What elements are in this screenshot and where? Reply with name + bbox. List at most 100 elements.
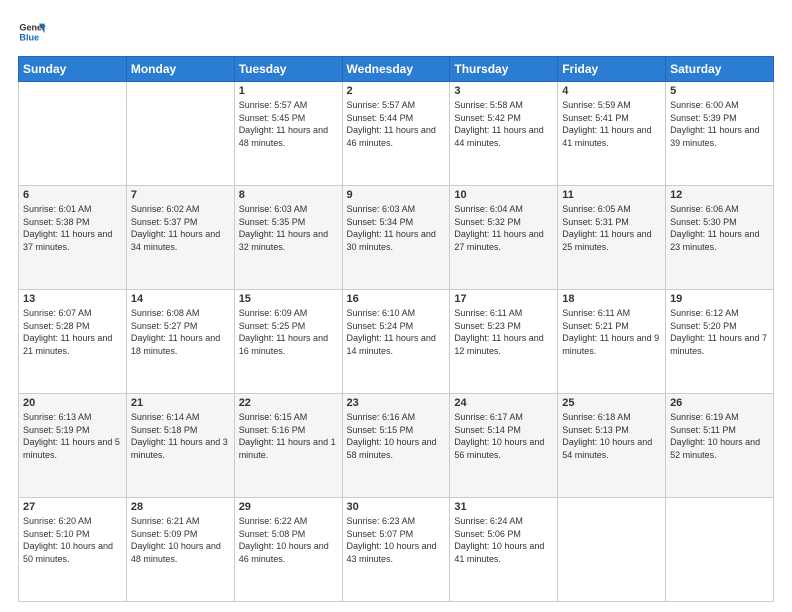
day-number: 18 [562,293,661,305]
svg-text:Blue: Blue [19,32,39,42]
header: General Blue [18,18,774,46]
weekday-header-wednesday: Wednesday [342,57,450,82]
day-number: 15 [239,293,338,305]
calendar-cell: 21 Sunrise: 6:14 AM Sunset: 5:18 PM Dayli… [126,394,234,498]
calendar-cell: 1 Sunrise: 5:57 AM Sunset: 5:45 PM Daylig… [234,82,342,186]
day-number: 2 [347,85,446,97]
logo-icon: General Blue [18,18,46,46]
calendar-cell: 10Sunrise: 6:04 AM Sunset: 5:32 PM Dayli… [450,186,558,290]
weekday-header-thursday: Thursday [450,57,558,82]
cell-info: Sunrise: 6:09 AM Sunset: 5:25 PM Dayligh… [239,307,338,357]
calendar-cell: 23 Sunrise: 6:16 AM Sunset: 5:15 PM Dayli… [342,394,450,498]
cell-info: Sunrise: 6:07 AM Sunset: 5:28 PM Dayligh… [23,307,122,357]
day-number: 6 [23,189,122,201]
week-row-3: 13Sunrise: 6:07 AM Sunset: 5:28 PM Dayli… [19,290,774,394]
day-number: 28 [131,501,230,513]
day-number: 14 [131,293,230,305]
day-number: 19 [670,293,769,305]
calendar-cell: 29 Sunrise: 6:22 AM Sunset: 5:08 PM Dayli… [234,498,342,602]
cell-info: Sunrise: 6:13 AM Sunset: 5:19 PM Dayligh… [23,411,122,461]
cell-info: Sunrise: 6:03 AM Sunset: 5:35 PM Dayligh… [239,203,338,253]
calendar-cell: 6 Sunrise: 6:01 AM Sunset: 5:38 PM Daylig… [19,186,127,290]
cell-info: Sunrise: 6:01 AM Sunset: 5:38 PM Dayligh… [23,203,122,253]
cell-info: Sunrise: 6:14 AM Sunset: 5:18 PM Dayligh… [131,411,230,461]
calendar-cell [126,82,234,186]
cell-info: Sunrise: 6:18 AM Sunset: 5:13 PM Dayligh… [562,411,661,461]
calendar-cell: 31Sunrise: 6:24 AM Sunset: 5:06 PM Dayli… [450,498,558,602]
cell-info: Sunrise: 6:23 AM Sunset: 5:07 PM Dayligh… [347,515,446,565]
day-number: 24 [454,397,553,409]
calendar-cell: 16Sunrise: 6:10 AM Sunset: 5:24 PM Dayli… [342,290,450,394]
day-number: 7 [131,189,230,201]
weekday-header-row: SundayMondayTuesdayWednesdayThursdayFrid… [19,57,774,82]
day-number: 16 [347,293,446,305]
calendar-cell: 3Sunrise: 5:58 AM Sunset: 5:42 PM Daylig… [450,82,558,186]
calendar-cell: 28 Sunrise: 6:21 AM Sunset: 5:09 PM Dayli… [126,498,234,602]
day-number: 11 [562,189,661,201]
calendar-cell [558,498,666,602]
day-number: 27 [23,501,122,513]
day-number: 12 [670,189,769,201]
calendar-cell: 5 Sunrise: 6:00 AM Sunset: 5:39 PM Daylig… [666,82,774,186]
calendar-cell: 14Sunrise: 6:08 AM Sunset: 5:27 PM Dayli… [126,290,234,394]
weekday-header-saturday: Saturday [666,57,774,82]
cell-info: Sunrise: 5:57 AM Sunset: 5:45 PM Dayligh… [239,99,338,149]
calendar-cell: 24 Sunrise: 6:17 AM Sunset: 5:14 PM Dayli… [450,394,558,498]
calendar-cell: 17 Sunrise: 6:11 AM Sunset: 5:23 PM Dayli… [450,290,558,394]
cell-info: Sunrise: 6:00 AM Sunset: 5:39 PM Dayligh… [670,99,769,149]
cell-info: Sunrise: 6:20 AM Sunset: 5:10 PM Dayligh… [23,515,122,565]
cell-info: Sunrise: 6:03 AM Sunset: 5:34 PM Dayligh… [347,203,446,253]
day-number: 29 [239,501,338,513]
calendar-cell: 30 Sunrise: 6:23 AM Sunset: 5:07 PM Dayli… [342,498,450,602]
cell-info: Sunrise: 6:12 AM Sunset: 5:20 PM Dayligh… [670,307,769,357]
week-row-4: 20 Sunrise: 6:13 AM Sunset: 5:19 PM Dayli… [19,394,774,498]
cell-info: Sunrise: 6:04 AM Sunset: 5:32 PM Dayligh… [454,203,553,253]
calendar-cell: 13Sunrise: 6:07 AM Sunset: 5:28 PM Dayli… [19,290,127,394]
calendar-cell: 15 Sunrise: 6:09 AM Sunset: 5:25 PM Dayli… [234,290,342,394]
calendar-cell [19,82,127,186]
cell-info: Sunrise: 6:02 AM Sunset: 5:37 PM Dayligh… [131,203,230,253]
day-number: 22 [239,397,338,409]
cell-info: Sunrise: 6:17 AM Sunset: 5:14 PM Dayligh… [454,411,553,461]
calendar-cell: 22Sunrise: 6:15 AM Sunset: 5:16 PM Dayli… [234,394,342,498]
calendar-table: SundayMondayTuesdayWednesdayThursdayFrid… [18,56,774,602]
day-number: 21 [131,397,230,409]
week-row-5: 27 Sunrise: 6:20 AM Sunset: 5:10 PM Dayli… [19,498,774,602]
cell-info: Sunrise: 6:11 AM Sunset: 5:23 PM Dayligh… [454,307,553,357]
calendar-cell: 18 Sunrise: 6:11 AM Sunset: 5:21 PM Dayli… [558,290,666,394]
calendar-cell: 19 Sunrise: 6:12 AM Sunset: 5:20 PM Dayli… [666,290,774,394]
cell-info: Sunrise: 6:16 AM Sunset: 5:15 PM Dayligh… [347,411,446,461]
day-number: 20 [23,397,122,409]
day-number: 5 [670,85,769,97]
calendar-cell: 26Sunrise: 6:19 AM Sunset: 5:11 PM Dayli… [666,394,774,498]
calendar-cell [666,498,774,602]
day-number: 30 [347,501,446,513]
calendar-cell: 8 Sunrise: 6:03 AM Sunset: 5:35 PM Daylig… [234,186,342,290]
cell-info: Sunrise: 6:06 AM Sunset: 5:30 PM Dayligh… [670,203,769,253]
week-row-1: 1 Sunrise: 5:57 AM Sunset: 5:45 PM Daylig… [19,82,774,186]
cell-info: Sunrise: 6:24 AM Sunset: 5:06 PM Dayligh… [454,515,553,565]
day-number: 23 [347,397,446,409]
day-number: 25 [562,397,661,409]
day-number: 9 [347,189,446,201]
calendar-cell: 9 Sunrise: 6:03 AM Sunset: 5:34 PM Daylig… [342,186,450,290]
cell-info: Sunrise: 5:57 AM Sunset: 5:44 PM Dayligh… [347,99,446,149]
calendar-cell: 20 Sunrise: 6:13 AM Sunset: 5:19 PM Dayli… [19,394,127,498]
weekday-header-friday: Friday [558,57,666,82]
cell-info: Sunrise: 5:59 AM Sunset: 5:41 PM Dayligh… [562,99,661,149]
cell-info: Sunrise: 6:21 AM Sunset: 5:09 PM Dayligh… [131,515,230,565]
day-number: 8 [239,189,338,201]
week-row-2: 6 Sunrise: 6:01 AM Sunset: 5:38 PM Daylig… [19,186,774,290]
day-number: 1 [239,85,338,97]
cell-info: Sunrise: 6:11 AM Sunset: 5:21 PM Dayligh… [562,307,661,357]
weekday-header-monday: Monday [126,57,234,82]
calendar-cell: 2 Sunrise: 5:57 AM Sunset: 5:44 PM Daylig… [342,82,450,186]
calendar-cell: 25 Sunrise: 6:18 AM Sunset: 5:13 PM Dayli… [558,394,666,498]
day-number: 3 [454,85,553,97]
cell-info: Sunrise: 6:22 AM Sunset: 5:08 PM Dayligh… [239,515,338,565]
calendar-cell: 12 Sunrise: 6:06 AM Sunset: 5:30 PM Dayli… [666,186,774,290]
page: General Blue SundayMondayTuesdayWednesda… [0,0,792,612]
calendar-cell: 7 Sunrise: 6:02 AM Sunset: 5:37 PM Daylig… [126,186,234,290]
day-number: 17 [454,293,553,305]
calendar-cell: 27 Sunrise: 6:20 AM Sunset: 5:10 PM Dayli… [19,498,127,602]
